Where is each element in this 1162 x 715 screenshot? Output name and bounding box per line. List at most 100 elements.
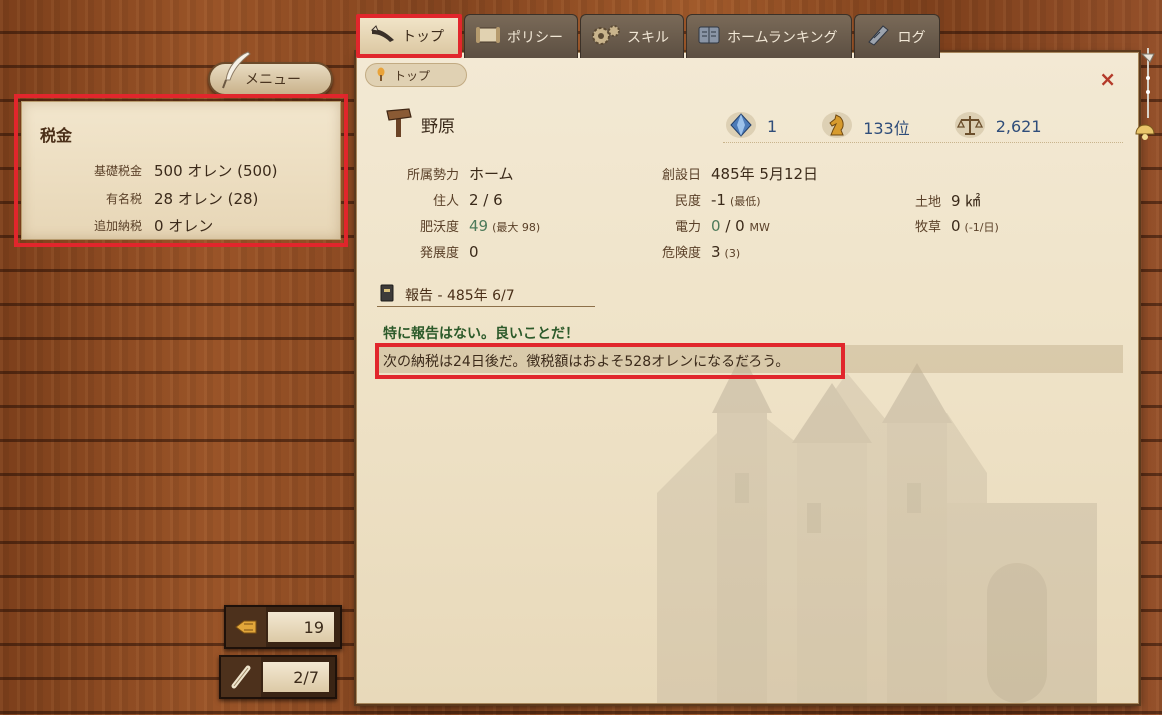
fertility-field: 肥沃度 49 (最大 98) bbox=[377, 216, 540, 235]
tab-top[interactable]: トップ bbox=[356, 14, 462, 58]
place-name: 野原 bbox=[421, 117, 455, 137]
founded-field: 創設日 485年 5月12日 bbox=[619, 163, 818, 184]
morale-label: 民度 bbox=[674, 194, 701, 209]
faction-value: ホーム bbox=[469, 165, 514, 183]
danger-label: 危険度 bbox=[661, 246, 701, 261]
ticket-icon bbox=[226, 607, 266, 647]
menu-button[interactable]: メニュー bbox=[208, 51, 333, 96]
power-value: 0 / 0 MW bbox=[711, 217, 770, 235]
fertility-label: 肥沃度 bbox=[419, 220, 459, 235]
scroll-icon bbox=[475, 25, 501, 49]
land-field: 土地 9 ㎢ bbox=[887, 190, 980, 211]
signpost-icon bbox=[385, 107, 413, 142]
tab-policy[interactable]: ポリシー bbox=[464, 14, 578, 58]
tax-row-base: 基礎税金 500 オレン (500) bbox=[22, 158, 340, 182]
tab-skill[interactable]: スキル bbox=[580, 14, 684, 58]
power-unit: MW bbox=[749, 221, 770, 234]
rank-stat: 133位 bbox=[821, 111, 910, 143]
castle-illustration bbox=[657, 353, 1097, 703]
power-current: 0 bbox=[711, 217, 721, 235]
tax-panel: 税金 基礎税金 500 オレン (500) 有名税 28 オレン (28) 追加… bbox=[14, 94, 348, 247]
close-button[interactable]: × bbox=[1099, 67, 1116, 91]
tax-row-fame: 有名税 28 オレン (28) bbox=[22, 186, 340, 210]
tax-row-value: 500 オレン (500) bbox=[154, 161, 278, 180]
danger-value: 3 (3) bbox=[711, 243, 740, 261]
gears-icon bbox=[591, 24, 621, 50]
tab-log[interactable]: ログ bbox=[854, 14, 941, 58]
power-max: / 0 bbox=[720, 217, 750, 235]
pasture-label: 牧草 bbox=[914, 220, 941, 235]
log-icon bbox=[865, 24, 891, 50]
pasture-field: 牧草 0 (-1/日) bbox=[887, 216, 999, 235]
ticket-counter[interactable]: 19 bbox=[224, 605, 342, 649]
bell-icon[interactable] bbox=[1130, 48, 1156, 152]
breadcrumb-label: トップ bbox=[394, 68, 431, 83]
balance-stat: 2,621 bbox=[954, 111, 1042, 143]
fertility-number: 49 bbox=[469, 217, 489, 235]
stats-bar: 1 133位 2,621 bbox=[723, 111, 1123, 143]
pasture-number: 0 bbox=[951, 217, 961, 235]
torch-icon bbox=[376, 67, 386, 84]
power-field: 電力 0 / 0 MW bbox=[619, 216, 770, 235]
scale-icon bbox=[954, 111, 986, 143]
founded-label: 創設日 bbox=[661, 168, 701, 183]
crystal-icon bbox=[725, 111, 757, 143]
report-message-good: 特に報告はない。良いことだ！ bbox=[383, 326, 579, 342]
faction-field: 所属勢力 ホーム bbox=[377, 163, 514, 184]
scroll-count: 2/7 bbox=[263, 662, 329, 692]
tax-row-label: 追加納税 bbox=[93, 218, 142, 233]
development-value: 0 bbox=[469, 243, 479, 261]
book-icon bbox=[697, 25, 721, 49]
danger-number: 3 bbox=[711, 243, 721, 261]
danger-field: 危険度 3 (3) bbox=[619, 242, 740, 261]
report-message-tax: 次の納税は24日後だ。徴税額はおよそ528オレンになるだろう。 bbox=[375, 343, 845, 379]
development-label: 発展度 bbox=[419, 246, 459, 261]
power-label: 電力 bbox=[674, 220, 701, 235]
tab-label: ログ bbox=[897, 29, 926, 46]
land-label: 土地 bbox=[914, 195, 941, 210]
report-title: 報告 - 485年 6/7 bbox=[405, 287, 515, 304]
fertility-note: (最大 98) bbox=[492, 221, 541, 234]
scroll-counter[interactable]: 2/7 bbox=[219, 655, 337, 699]
founded-value: 485年 5月12日 bbox=[711, 165, 819, 183]
danger-note: (3) bbox=[724, 247, 741, 260]
rank-value: 133位 bbox=[863, 118, 910, 138]
tax-row-value: 28 オレン (28) bbox=[154, 189, 259, 208]
report-header: 報告 - 485年 6/7 bbox=[377, 283, 595, 307]
quill-icon bbox=[370, 24, 396, 48]
residents-field: 住人 2 / 6 bbox=[377, 190, 503, 209]
tab-label: トップ bbox=[402, 29, 444, 45]
land-value: 9 ㎢ bbox=[951, 192, 981, 210]
feather-icon bbox=[220, 50, 254, 94]
faction-label: 所属勢力 bbox=[406, 168, 459, 183]
morale-note: (最低) bbox=[729, 195, 761, 208]
tax-title: 税金 bbox=[40, 126, 73, 145]
ticket-count: 19 bbox=[268, 612, 334, 642]
tax-row-value: 0 オレン bbox=[154, 216, 214, 235]
chess-knight-icon bbox=[821, 111, 853, 143]
balance-value: 2,621 bbox=[995, 117, 1042, 136]
morale-field: 民度 -1 (最低) bbox=[619, 190, 761, 209]
crystal-stat: 1 bbox=[725, 111, 777, 143]
morale-number: -1 bbox=[711, 191, 726, 209]
residents-value: 2 / 6 bbox=[469, 191, 503, 209]
main-panel: トップ × 野原 1 133位 2,621 所属勢力 ホーム 住人 2 / 6 … bbox=[356, 52, 1139, 704]
crystal-value: 1 bbox=[767, 117, 778, 136]
tax-row-label: 有名税 bbox=[105, 191, 142, 206]
residents-label: 住人 bbox=[432, 194, 459, 209]
breadcrumb[interactable]: トップ bbox=[365, 63, 467, 87]
tab-home-ranking[interactable]: ホームランキング bbox=[686, 14, 853, 58]
development-field: 発展度 0 bbox=[377, 242, 479, 261]
tab-label: スキル bbox=[627, 29, 669, 46]
place-header: 野原 bbox=[385, 107, 455, 142]
pasture-note: (-1/日) bbox=[964, 221, 999, 234]
morale-value: -1 (最低) bbox=[711, 191, 761, 209]
tab-bar: トップ ポリシー スキル ホームランキング ログ bbox=[356, 14, 942, 58]
tax-row-label: 基礎税金 bbox=[93, 163, 142, 178]
report-book-icon bbox=[379, 284, 395, 306]
tax-row-additional: 追加納税 0 オレン bbox=[22, 213, 340, 237]
scroll-icon bbox=[221, 657, 261, 697]
tab-label: ポリシー bbox=[507, 29, 563, 46]
fertility-value: 49 (最大 98) bbox=[469, 217, 540, 235]
tab-label: ホームランキング bbox=[727, 29, 838, 46]
